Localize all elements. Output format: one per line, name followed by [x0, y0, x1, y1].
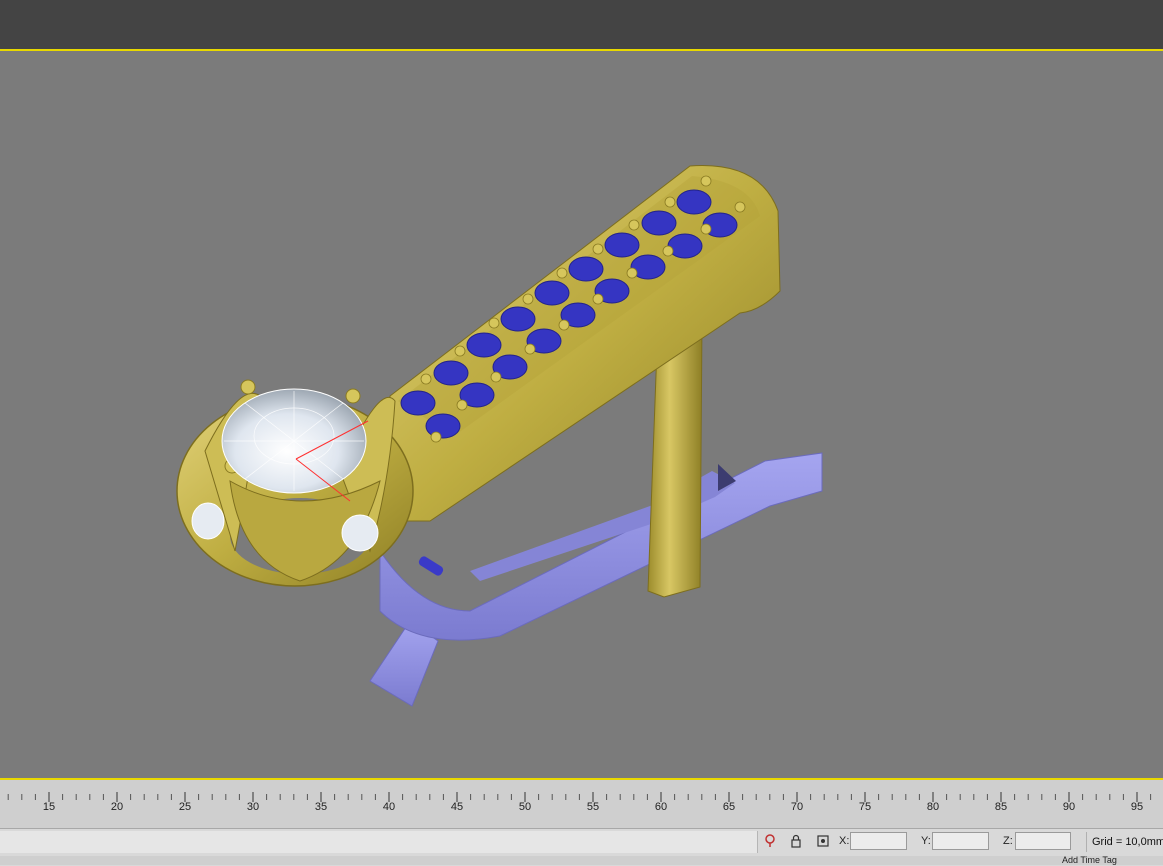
bottom-strip — [0, 856, 1163, 865]
ruler-tick-label: 50 — [518, 801, 532, 813]
ruler-tick-label: 80 — [926, 801, 940, 813]
ruler-tick-label: 70 — [790, 801, 804, 813]
y-coord-label: Y: — [921, 835, 931, 847]
ruler-tick-label: 90 — [1062, 801, 1076, 813]
ruler-tick-label: 20 — [110, 801, 124, 813]
x-coord-input[interactable] — [850, 832, 907, 850]
add-time-tag-button[interactable]: Add Time Tag — [1062, 855, 1163, 865]
ruler-tick-label: 45 — [450, 801, 464, 813]
top-toolbar — [0, 0, 1163, 51]
x-coord-label: X: — [839, 835, 850, 847]
ruler-tick-label: 65 — [722, 801, 736, 813]
ruler-tick-label: 15 — [42, 801, 56, 813]
ruler-tick-label: 30 — [246, 801, 260, 813]
lock-icon[interactable] — [788, 833, 804, 849]
ring-model-render — [176, 165, 823, 707]
ruler-tick-label: 40 — [382, 801, 396, 813]
ruler-tick-label: 25 — [178, 801, 192, 813]
perspective-viewport[interactable] — [0, 51, 1163, 778]
z-coord-label: Z: — [1003, 835, 1013, 847]
y-coord-input[interactable] — [932, 832, 989, 850]
timeline-track-bar[interactable]: 15 20 25 30 35 40 45 50 55 60 65 70 75 80 85 90 95 — [0, 778, 1163, 830]
ruler-tick-label: 55 — [586, 801, 600, 813]
ruler-tick-label: 85 — [994, 801, 1008, 813]
grid-size-readout: Grid = 10,0mm — [1086, 832, 1163, 852]
ruler-tick-label: 60 — [654, 801, 668, 813]
ruler-tick-label: 75 — [858, 801, 872, 813]
z-coord-input[interactable] — [1015, 832, 1071, 850]
ruler-tick-label: 35 — [314, 801, 328, 813]
selection-lock-icon[interactable] — [762, 833, 778, 849]
ruler-tick-label: 95 — [1130, 801, 1144, 813]
absolute-mode-icon[interactable] — [815, 833, 831, 849]
maxscript-listener-field[interactable] — [0, 831, 758, 853]
time-ruler — [7, 792, 1152, 802]
